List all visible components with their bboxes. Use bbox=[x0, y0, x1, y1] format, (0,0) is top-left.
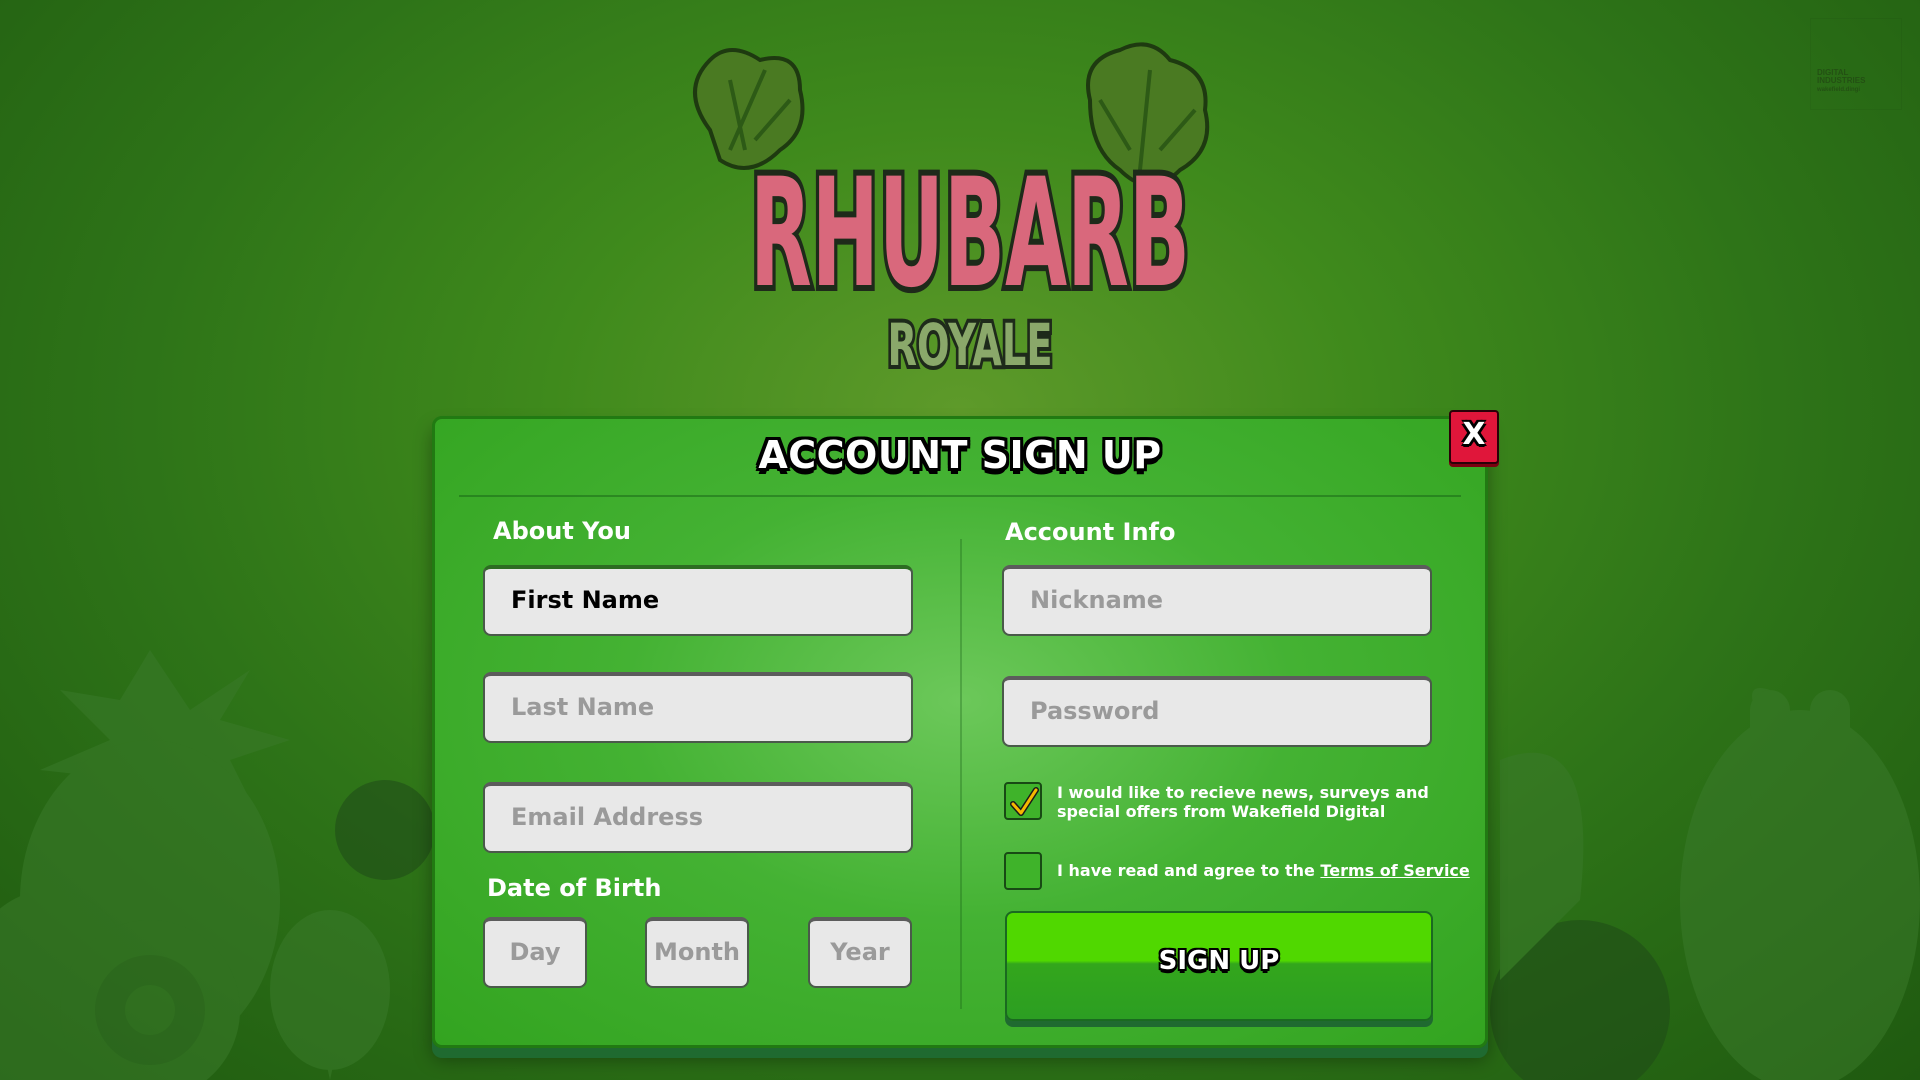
logo-word-royale: ROYALE bbox=[888, 311, 1053, 379]
close-button[interactable]: X bbox=[1449, 410, 1499, 464]
email-field[interactable]: Email Address bbox=[483, 782, 913, 853]
checkmark-icon bbox=[1010, 787, 1039, 816]
date-of-birth-heading: Date of Birth bbox=[487, 874, 662, 902]
dob-year-field[interactable]: Year bbox=[808, 917, 912, 988]
signup-panel: ACCOUNT SIGN UP About You First Name Las… bbox=[432, 416, 1488, 1048]
news-opt-in-checkbox[interactable] bbox=[1004, 782, 1042, 820]
publisher-logo-line2: INDUSTRIES bbox=[1817, 76, 1866, 85]
title-divider bbox=[459, 495, 1461, 497]
last-name-field[interactable]: Last Name bbox=[483, 672, 913, 743]
publisher-logo-line3: wakefield.dingi bbox=[1817, 87, 1861, 93]
terms-label: I have read and agree to the Terms of Se… bbox=[1057, 861, 1470, 880]
password-field[interactable]: Password bbox=[1002, 676, 1432, 747]
terms-text: I have read and agree to the bbox=[1057, 861, 1321, 880]
publisher-logo: DIGITAL INDUSTRIES wakefield.dingi bbox=[1810, 18, 1902, 110]
logo-word-rhubarb: RHUBARB bbox=[750, 147, 1190, 321]
account-info-heading: Account Info bbox=[1005, 518, 1176, 546]
sign-up-button[interactable]: SIGN UP bbox=[1005, 911, 1433, 1021]
terms-checkbox[interactable] bbox=[1004, 852, 1042, 890]
column-divider bbox=[960, 539, 962, 1009]
close-icon: X bbox=[1462, 417, 1486, 452]
news-opt-in-line1: I would like to recieve news, surveys an… bbox=[1057, 783, 1429, 802]
nickname-field[interactable]: Nickname bbox=[1002, 565, 1432, 636]
game-logo: RHUBARB ROYALE bbox=[693, 42, 1210, 383]
sign-up-label: SIGN UP bbox=[1158, 946, 1280, 976]
panel-title: ACCOUNT SIGN UP bbox=[758, 433, 1162, 477]
about-you-heading: About You bbox=[493, 517, 631, 545]
first-name-field[interactable]: First Name bbox=[483, 565, 913, 636]
news-opt-in-line2: special offers from Wakefield Digital bbox=[1057, 802, 1386, 821]
dob-day-field[interactable]: Day bbox=[483, 917, 587, 988]
dob-month-field[interactable]: Month bbox=[645, 917, 749, 988]
news-opt-in-label: I would like to recieve news, surveys an… bbox=[1057, 783, 1429, 821]
terms-of-service-link[interactable]: Terms of Service bbox=[1320, 861, 1469, 880]
